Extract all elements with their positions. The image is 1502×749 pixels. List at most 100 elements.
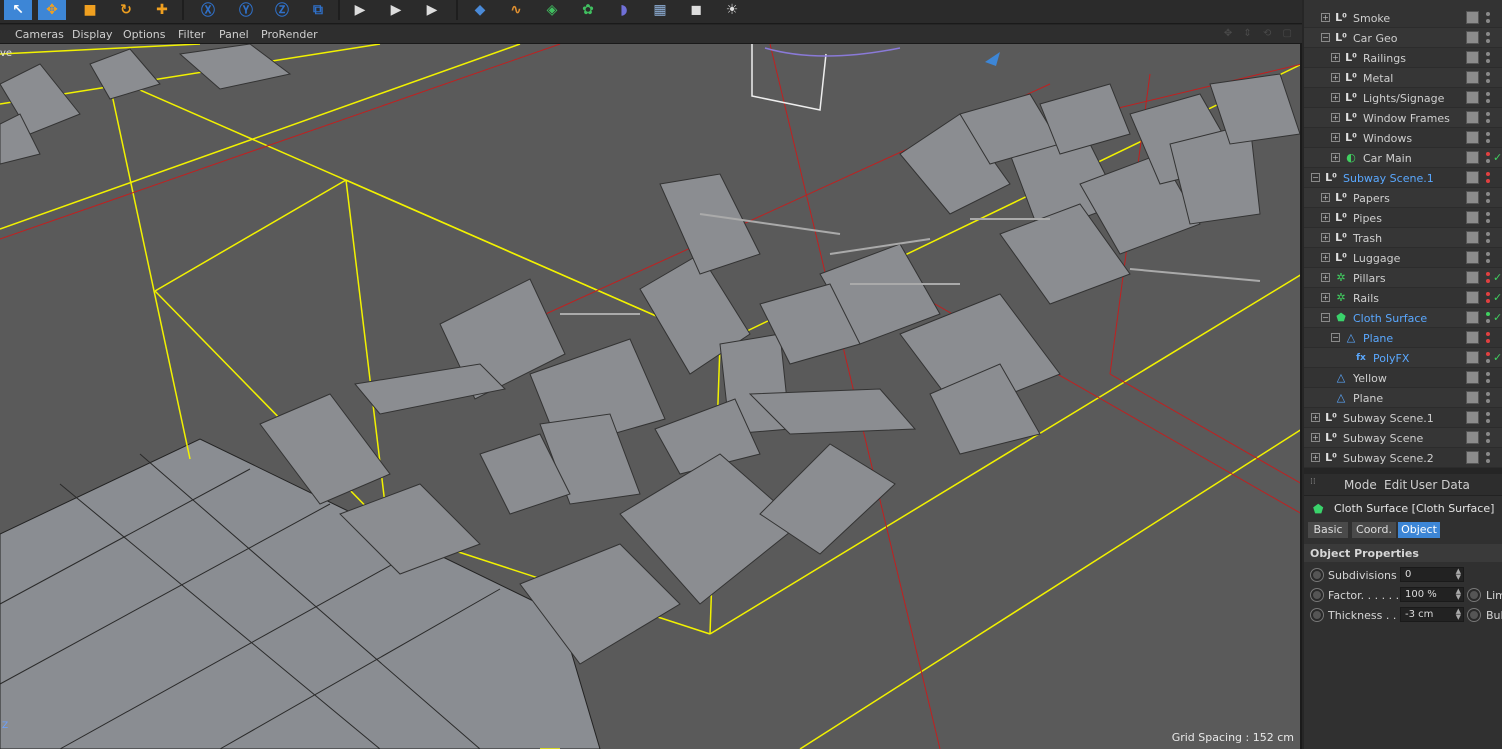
coord-system-icon[interactable]: ⧉: [304, 0, 332, 20]
cube-icon[interactable]: ◆: [466, 0, 494, 20]
viewport-nav-icons[interactable]: ✥ ⇕ ⟲ ▢: [1224, 28, 1296, 39]
layer-tag-icon[interactable]: [1466, 411, 1479, 424]
layer-tag-icon[interactable]: [1466, 11, 1479, 24]
render-visibility-dot[interactable]: [1486, 239, 1490, 243]
nurbs-icon[interactable]: ◈: [538, 0, 566, 20]
render-visibility-dot[interactable]: [1486, 59, 1490, 63]
layer-tag-icon[interactable]: [1466, 211, 1479, 224]
editor-visibility-dot[interactable]: [1486, 292, 1490, 296]
menu-mode[interactable]: Mode: [1344, 478, 1377, 492]
layer-tag-icon[interactable]: [1466, 371, 1479, 384]
tab-object[interactable]: Object: [1398, 522, 1440, 538]
expand-icon[interactable]: +: [1321, 193, 1330, 202]
render-visibility-dot[interactable]: [1486, 399, 1490, 403]
object-row[interactable]: △ Yellow: [1304, 368, 1502, 388]
expand-icon[interactable]: +: [1331, 133, 1340, 142]
editor-visibility-dot[interactable]: [1486, 252, 1490, 256]
editor-visibility-dot[interactable]: [1486, 272, 1490, 276]
render-visibility-dot[interactable]: [1486, 379, 1490, 383]
object-row[interactable]: + L⁰ Luggage: [1304, 248, 1502, 268]
layer-tag-icon[interactable]: [1466, 71, 1479, 84]
collapse-icon[interactable]: −: [1311, 173, 1320, 182]
object-row[interactable]: + L⁰ Trash: [1304, 228, 1502, 248]
edit-render-settings-icon[interactable]: ▶: [418, 0, 446, 20]
layer-tag-icon[interactable]: [1466, 151, 1479, 164]
object-row[interactable]: − L⁰ Car Geo: [1304, 28, 1502, 48]
expand-icon[interactable]: +: [1331, 93, 1340, 102]
expand-icon[interactable]: +: [1321, 273, 1330, 282]
grip-icon[interactable]: ⁞⁞: [1310, 478, 1320, 491]
render-visibility-dot[interactable]: [1486, 339, 1490, 343]
light-icon[interactable]: ☀: [718, 0, 746, 20]
render-visibility-dot[interactable]: [1486, 459, 1490, 463]
animate-radio[interactable]: [1311, 609, 1323, 621]
3d-viewport[interactable]: ve Z Grid Spacing : 152 cm: [0, 44, 1302, 749]
layer-tag-icon[interactable]: [1466, 51, 1479, 64]
render-visibility-dot[interactable]: [1486, 359, 1490, 363]
object-row[interactable]: + ◐ Car Main ✓: [1304, 148, 1502, 168]
object-row[interactable]: + L⁰ Lights/Signage: [1304, 88, 1502, 108]
editor-visibility-dot[interactable]: [1486, 32, 1490, 36]
layer-tag-icon[interactable]: [1466, 171, 1479, 184]
expand-icon[interactable]: +: [1321, 13, 1330, 22]
object-row[interactable]: − L⁰ Subway Scene.1: [1304, 168, 1502, 188]
editor-visibility-dot[interactable]: [1486, 12, 1490, 16]
layer-tag-icon[interactable]: [1466, 131, 1479, 144]
render-visibility-dot[interactable]: [1486, 139, 1490, 143]
enabled-check-icon[interactable]: ✓: [1493, 351, 1502, 364]
editor-visibility-dot[interactable]: [1486, 192, 1490, 196]
editor-visibility-dot[interactable]: [1486, 392, 1490, 396]
render-visibility-dot[interactable]: [1486, 119, 1490, 123]
layer-tag-icon[interactable]: [1466, 331, 1479, 344]
editor-visibility-dot[interactable]: [1486, 172, 1490, 176]
tab-coord[interactable]: Coord.: [1352, 522, 1396, 538]
object-row[interactable]: + L⁰ Windows: [1304, 128, 1502, 148]
collapse-icon[interactable]: −: [1321, 313, 1330, 322]
object-row[interactable]: + L⁰ Subway Scene: [1304, 428, 1502, 448]
expand-icon[interactable]: +: [1331, 113, 1340, 122]
object-row[interactable]: + L⁰ Metal: [1304, 68, 1502, 88]
render-visibility-dot[interactable]: [1486, 39, 1490, 43]
menu-options[interactable]: Options: [123, 28, 165, 41]
layer-tag-icon[interactable]: [1466, 391, 1479, 404]
animate-radio[interactable]: [1468, 589, 1480, 601]
render-visibility-dot[interactable]: [1486, 159, 1490, 163]
layer-tag-icon[interactable]: [1466, 31, 1479, 44]
object-row[interactable]: − ⬟ Cloth Surface ✓: [1304, 308, 1502, 328]
expand-icon[interactable]: +: [1311, 413, 1320, 422]
expand-icon[interactable]: +: [1331, 73, 1340, 82]
editor-visibility-dot[interactable]: [1486, 152, 1490, 156]
add-icon[interactable]: ✚: [148, 0, 176, 20]
layer-tag-icon[interactable]: [1466, 111, 1479, 124]
mograph-icon[interactable]: ✿: [574, 0, 602, 20]
object-row[interactable]: + L⁰ Papers: [1304, 188, 1502, 208]
object-row[interactable]: fx PolyFX ✓: [1304, 348, 1502, 368]
object-row[interactable]: + L⁰ Window Frames: [1304, 108, 1502, 128]
editor-visibility-dot[interactable]: [1486, 212, 1490, 216]
editor-visibility-dot[interactable]: [1486, 72, 1490, 76]
render-view-icon[interactable]: ▶: [346, 0, 374, 20]
menu-edit[interactable]: Edit: [1384, 478, 1407, 492]
layer-tag-icon[interactable]: [1466, 351, 1479, 364]
layer-tag-icon[interactable]: [1466, 191, 1479, 204]
tab-basic[interactable]: Basic: [1308, 522, 1348, 538]
editor-visibility-dot[interactable]: [1486, 352, 1490, 356]
layer-tag-icon[interactable]: [1466, 291, 1479, 304]
animate-radio[interactable]: [1468, 609, 1480, 621]
menu-panel[interactable]: Panel: [219, 28, 249, 41]
render-visibility-dot[interactable]: [1486, 219, 1490, 223]
editor-visibility-dot[interactable]: [1486, 372, 1490, 376]
object-row[interactable]: + L⁰ Railings: [1304, 48, 1502, 68]
expand-icon[interactable]: +: [1321, 293, 1330, 302]
deformer-icon[interactable]: ◗: [610, 0, 638, 20]
editor-visibility-dot[interactable]: [1486, 52, 1490, 56]
expand-icon[interactable]: +: [1321, 253, 1330, 262]
expand-icon[interactable]: +: [1321, 233, 1330, 242]
x-axis-icon[interactable]: Ⓧ: [194, 0, 222, 20]
enabled-check-icon[interactable]: ✓: [1493, 271, 1502, 284]
floor-icon[interactable]: ▦: [646, 0, 674, 20]
select-icon[interactable]: ↖: [4, 0, 32, 20]
render-visibility-dot[interactable]: [1486, 279, 1490, 283]
object-row[interactable]: + L⁰ Subway Scene.1: [1304, 408, 1502, 428]
thickness-field[interactable]: -3 cm ▲ ▼: [1400, 607, 1464, 622]
